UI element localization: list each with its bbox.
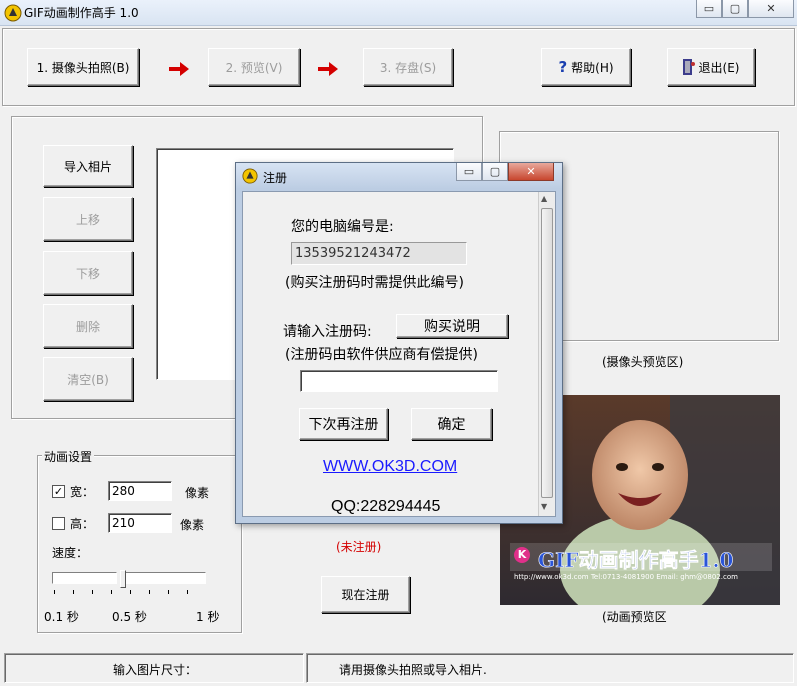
dialog-minimize-button[interactable]: ▭ xyxy=(456,163,482,181)
width-checkbox[interactable]: ✓ xyxy=(52,485,65,498)
maximize-button[interactable]: ▢ xyxy=(722,0,748,18)
speed-tick-mid: 0.5 秒 xyxy=(112,610,147,624)
delete-button[interactable]: 删除 xyxy=(43,304,133,348)
dialog-title: 注册 xyxy=(263,171,288,185)
status-text-right: 请用摄像头拍照或导入相片. xyxy=(339,663,487,677)
banner-subtext: http://www.ok3d.com Tel:0713-4081900 Ema… xyxy=(514,573,738,581)
question-icon: ? xyxy=(558,58,568,76)
import-photo-button[interactable]: 导入相片 xyxy=(43,145,133,187)
pc-id-label: 您的电脑编号是: xyxy=(291,219,394,235)
arrow-right-icon xyxy=(169,62,189,76)
register-status: (未注册) xyxy=(336,540,382,554)
speed-slider[interactable] xyxy=(50,568,208,608)
dialog-body: 您的电脑编号是: 13539521243472 (购买注册码时需提供此编号) 请… xyxy=(242,191,556,517)
width-input[interactable]: 280 xyxy=(108,481,172,501)
anim-settings-title: 动画设置 xyxy=(42,448,95,465)
window-title: GIF动画制作高手 1.0 xyxy=(24,6,139,20)
width-unit: 像素 xyxy=(185,486,210,500)
register-later-button[interactable]: 下次再注册 xyxy=(299,408,388,440)
dialog-close-button[interactable]: ✕ xyxy=(508,163,554,181)
app-logo-icon xyxy=(242,168,258,184)
move-down-button[interactable]: 下移 xyxy=(43,251,133,295)
register-code-input[interactable] xyxy=(300,370,498,392)
banner-title: GIF动画制作高手1.0 xyxy=(538,548,734,573)
width-label: 宽： xyxy=(70,485,95,499)
move-up-button[interactable]: 上移 xyxy=(43,197,133,241)
pc-id-note: (购买注册码时需提供此编号) xyxy=(285,275,464,291)
website-link[interactable]: WWW.OK3D.COM xyxy=(323,458,457,476)
status-text-left: 输入图片尺寸： xyxy=(113,663,198,677)
exit-door-icon xyxy=(682,59,695,75)
code-note: (注册码由软件供应商有偿提供) xyxy=(285,347,478,363)
scroll-thumb[interactable] xyxy=(541,208,553,498)
slider-ticks xyxy=(54,590,204,594)
dialog-titlebar: 注册 ▭ ▢ ✕ xyxy=(236,163,562,189)
preview-button[interactable]: 2. 预览(V) xyxy=(208,48,300,86)
ok-button[interactable]: 确定 xyxy=(411,408,492,440)
register-dialog: 注册 ▭ ▢ ✕ 您的电脑编号是: 13539521243472 (购买注册码时… xyxy=(235,162,563,524)
qq-contact: QQ:228294445 xyxy=(331,498,441,515)
arrow-right-icon xyxy=(318,62,338,76)
speed-tick-max: 1 秒 xyxy=(196,610,220,624)
speed-tick-min: 0.1 秒 xyxy=(44,610,79,624)
window-titlebar: GIF动画制作高手 1.0 ▭ ▢ ✕ xyxy=(0,0,797,26)
height-checkbox[interactable] xyxy=(52,517,65,530)
clear-button[interactable]: 清空(B) xyxy=(43,357,133,401)
brand-k-icon: K xyxy=(514,547,530,563)
buy-info-button[interactable]: 购买说明 xyxy=(396,314,508,338)
height-unit: 像素 xyxy=(180,518,205,532)
slider-thumb[interactable] xyxy=(120,570,126,588)
height-label: 高： xyxy=(70,517,95,531)
app-logo-icon xyxy=(4,4,22,22)
pc-id-field[interactable]: 13539521243472 xyxy=(291,242,467,265)
height-input[interactable]: 210 xyxy=(108,513,172,533)
minimize-button[interactable]: ▭ xyxy=(696,0,722,18)
save-button[interactable]: 3. 存盘(S) xyxy=(363,48,453,86)
dialog-maximize-button[interactable]: ▢ xyxy=(482,163,508,181)
anim-preview-caption: (动画预览区 xyxy=(602,610,667,624)
register-now-button[interactable]: 现在注册 xyxy=(321,576,410,613)
scroll-down-icon[interactable]: ▼ xyxy=(541,502,547,511)
camera-capture-button[interactable]: 1. 摄像头拍照(B) xyxy=(27,48,139,86)
dialog-scrollbar[interactable]: ▲ ▼ xyxy=(538,192,555,516)
exit-button[interactable]: 退出(E) xyxy=(667,48,755,86)
scroll-up-icon[interactable]: ▲ xyxy=(541,194,547,203)
camera-preview-caption: (摄像头预览区) xyxy=(602,355,684,369)
code-label: 请输入注册码: xyxy=(283,324,372,340)
speed-label: 速度： xyxy=(52,546,89,560)
status-bar: 输入图片尺寸： 请用摄像头拍照或导入相片. xyxy=(0,651,797,686)
checkmark-icon: ✓ xyxy=(53,485,64,498)
close-button[interactable]: ✕ xyxy=(748,0,794,18)
help-button[interactable]: ? 帮助(H) xyxy=(541,48,631,86)
